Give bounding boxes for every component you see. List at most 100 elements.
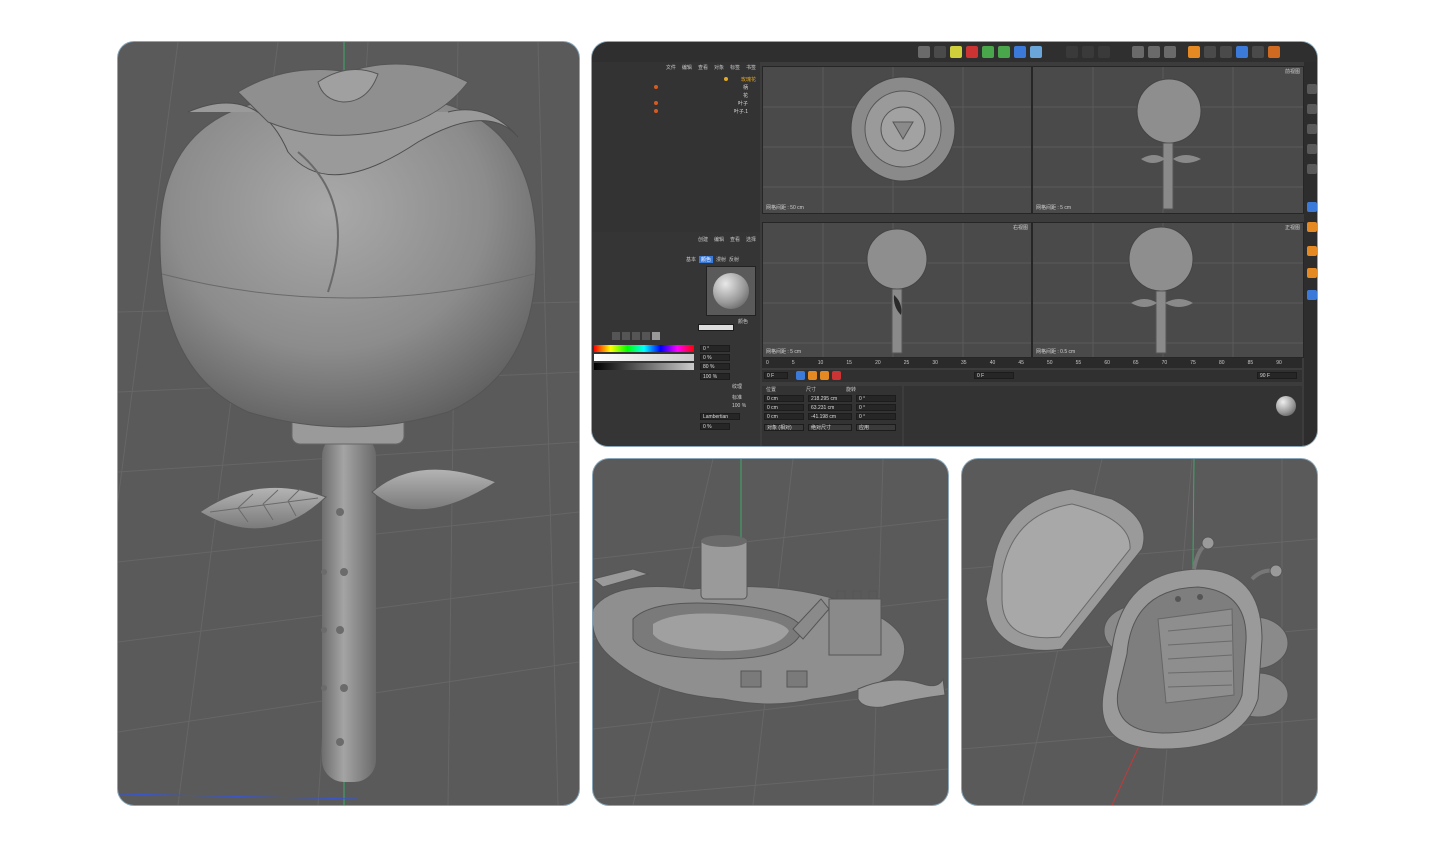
edges-mode-icon[interactable] xyxy=(1307,104,1317,114)
select-icon[interactable] xyxy=(1252,46,1264,58)
object-row[interactable]: 叶子 xyxy=(594,100,758,107)
cube-icon[interactable] xyxy=(1014,46,1026,58)
snap-icon[interactable] xyxy=(1307,202,1317,212)
color-swatch[interactable] xyxy=(698,324,734,331)
editor-panel: 文件 编辑 查看 对象 标签 书签 玫瑰花 柄 花 叶子 叶子.1 创建 编辑 … xyxy=(592,42,1317,446)
object-menu-item[interactable]: 对象 xyxy=(714,64,724,72)
material-preview[interactable] xyxy=(706,266,756,316)
p-rotation[interactable]: 0 ° xyxy=(856,404,896,411)
autokey-icon[interactable] xyxy=(820,371,829,380)
y-size[interactable]: 63.231 cm xyxy=(808,404,852,411)
lock-icon[interactable] xyxy=(1307,246,1317,256)
mix-strength[interactable]: 100 % xyxy=(732,403,746,410)
b-rotation[interactable]: 0 ° xyxy=(856,413,896,420)
primitive-icon[interactable] xyxy=(1030,46,1042,58)
timeline-ruler[interactable]: 0 5 10 15 20 25 30 35 40 45 50 55 60 65 70 75 80 85 90 xyxy=(762,358,1302,368)
timeline-tick: 5 xyxy=(791,360,795,366)
uv-mode-icon[interactable] xyxy=(1307,144,1317,154)
spectrum-mode-icon[interactable] xyxy=(622,332,630,340)
object-row[interactable]: 玫瑰花 xyxy=(594,76,758,83)
wheel-mode-icon[interactable] xyxy=(612,332,620,340)
render-settings-icon[interactable] xyxy=(1098,46,1110,58)
deform-icon[interactable] xyxy=(966,46,978,58)
object-menu-item[interactable]: 编辑 xyxy=(682,64,692,72)
viewport-perspective[interactable]: 正视图 网格间距 : 0.5 cm xyxy=(1032,222,1304,358)
h-rotation[interactable]: 0 ° xyxy=(856,395,896,402)
timeline-tick: 15 xyxy=(846,360,852,366)
z-size[interactable]: -41.198 cm xyxy=(808,413,852,420)
viewport-right[interactable]: 右视图 网格间距 : 5 cm xyxy=(762,222,1032,358)
attr-tab[interactable]: 漫射 xyxy=(716,256,726,263)
record-icon[interactable] xyxy=(808,371,817,380)
array-icon[interactable] xyxy=(998,46,1010,58)
y-axis-icon[interactable] xyxy=(1148,46,1160,58)
x-size[interactable]: 218.295 cm xyxy=(808,395,852,402)
saturation-slider[interactable] xyxy=(594,354,694,361)
hsv-mode-icon[interactable] xyxy=(652,332,660,340)
viewport-top[interactable]: 网格间距 : 50 cm xyxy=(762,66,1032,214)
toy-shovel xyxy=(593,568,650,588)
render-view-icon[interactable] xyxy=(1082,46,1094,58)
clapper-icon[interactable] xyxy=(1066,46,1078,58)
size-mode[interactable]: 绝对尺寸 xyxy=(808,424,852,431)
object-row[interactable]: 花 xyxy=(594,92,758,99)
attr-tab[interactable]: 基本 xyxy=(686,256,696,263)
generator-icon[interactable] xyxy=(982,46,994,58)
live-select-icon[interactable] xyxy=(1236,46,1248,58)
object-row[interactable]: 叶子.1 xyxy=(594,108,758,115)
v-field[interactable]: 80 % xyxy=(700,363,730,370)
attr-tab[interactable]: 反射 xyxy=(729,256,739,263)
render-icon[interactable] xyxy=(934,46,946,58)
rotate-icon[interactable] xyxy=(1220,46,1232,58)
scale-icon[interactable] xyxy=(1204,46,1216,58)
pointer-icon[interactable] xyxy=(1268,46,1280,58)
stop-icon[interactable] xyxy=(832,371,841,380)
object-menu-item[interactable]: 查看 xyxy=(698,64,708,72)
material-menu-item[interactable]: 编辑 xyxy=(714,236,724,244)
apply-button[interactable]: 应用 xyxy=(856,424,896,431)
frame-start[interactable]: 0 F xyxy=(974,372,1014,379)
s-field[interactable]: 0 % xyxy=(700,354,730,361)
points-mode-icon[interactable] xyxy=(1307,84,1317,94)
brightness-field[interactable]: 100 % xyxy=(700,373,730,380)
value-slider[interactable] xyxy=(594,363,694,370)
workplane-icon[interactable] xyxy=(1307,222,1317,232)
falloff-field[interactable]: 0 % xyxy=(700,423,730,430)
polygons-mode-icon[interactable] xyxy=(1307,124,1317,134)
object-menu-item[interactable]: 标签 xyxy=(730,64,740,72)
current-frame[interactable]: 0 F xyxy=(764,372,788,379)
undo-icon[interactable] xyxy=(918,46,930,58)
solo-icon[interactable] xyxy=(1307,268,1317,278)
object-menu-item[interactable]: 书签 xyxy=(746,64,756,72)
y-position[interactable]: 0 cm xyxy=(764,404,804,411)
x-axis-icon[interactable] xyxy=(1164,46,1176,58)
coord-mode[interactable]: 对象 (相对) xyxy=(764,424,804,431)
frame-end[interactable]: 90 F xyxy=(1257,372,1297,379)
z-position[interactable]: 0 cm xyxy=(764,413,804,420)
object-menu-item[interactable]: 文件 xyxy=(666,64,676,72)
material-menu-item[interactable]: 创建 xyxy=(698,236,708,244)
axis-mode-icon[interactable] xyxy=(1307,164,1317,174)
spline-icon[interactable] xyxy=(950,46,962,58)
material-thumbnail[interactable] xyxy=(1276,396,1296,416)
hue-slider[interactable] xyxy=(594,345,694,352)
rgb-mode-icon[interactable] xyxy=(642,332,650,340)
mix-mode[interactable]: 标准 xyxy=(732,394,742,401)
attr-tab[interactable]: 颜色 xyxy=(699,256,714,263)
brush-icon[interactable] xyxy=(1307,290,1317,300)
play-icon[interactable] xyxy=(796,371,805,380)
timeline-tick: 65 xyxy=(1132,360,1139,366)
playback-bar: 0 F 0 F 90 F xyxy=(762,370,1302,382)
model-field[interactable]: Lambertian xyxy=(700,413,740,420)
move-icon[interactable] xyxy=(1188,46,1200,58)
object-row[interactable]: 柄 xyxy=(594,84,758,91)
material-menu-item[interactable]: 查看 xyxy=(730,236,740,244)
material-menu-item[interactable]: 选择 xyxy=(746,236,756,244)
timeline-ticks: 0 5 10 15 20 25 30 35 40 45 50 55 60 65 70 75 80 85 90 xyxy=(766,360,1282,366)
null-icon xyxy=(724,77,728,81)
z-axis-icon[interactable] xyxy=(1132,46,1144,58)
x-position[interactable]: 0 cm xyxy=(764,395,804,402)
viewport-front[interactable]: 前视图 网格间距 : 5 cm xyxy=(1032,66,1304,214)
h-field[interactable]: 0 ° xyxy=(700,345,730,352)
image-mode-icon[interactable] xyxy=(632,332,640,340)
